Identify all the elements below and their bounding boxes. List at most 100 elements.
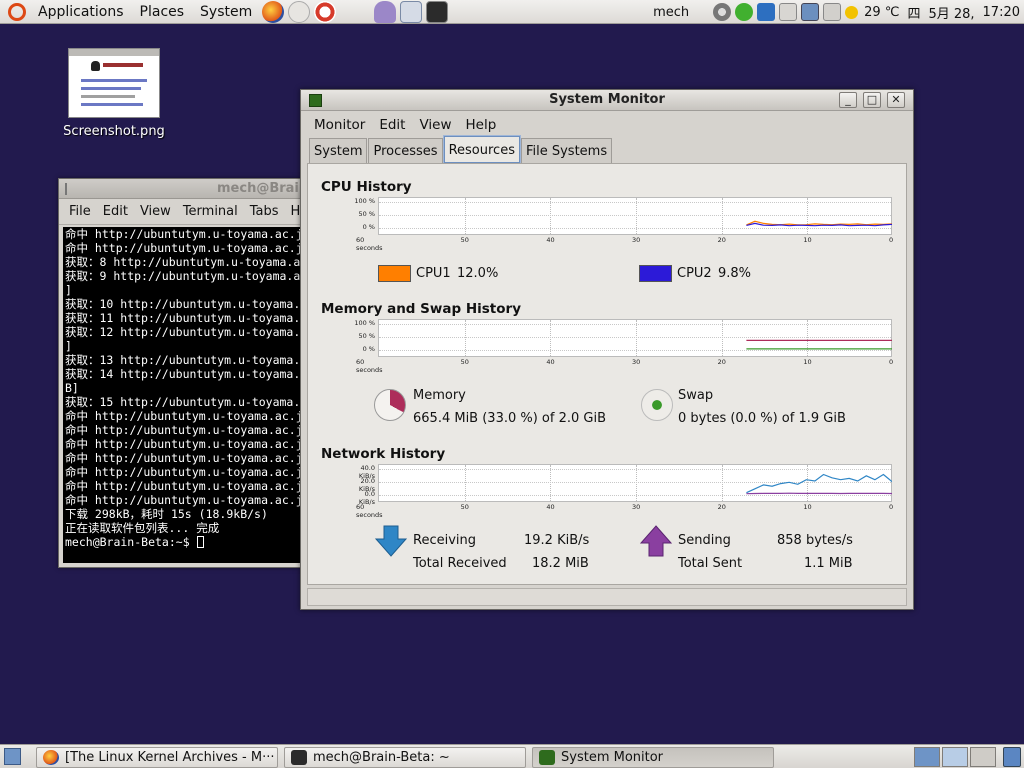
sysmon-menu-help[interactable]: Help — [459, 117, 504, 133]
pidgin-launcher-icon[interactable] — [374, 0, 397, 23]
applications-menu[interactable]: Applications — [30, 0, 132, 24]
cpu-series-svg — [746, 220, 892, 227]
terminal-line: 命中 http://ubuntutym.u-toyama.ac.jp ha — [65, 437, 307, 451]
sysmon-menu-monitor[interactable]: Monitor — [307, 117, 372, 133]
task-system-monitor-label: System Monitor — [561, 750, 664, 765]
cpu2-value: 9.8% — [718, 266, 752, 281]
system-monitor-icon — [539, 750, 555, 765]
sending-label: Sending — [678, 533, 731, 548]
evolution-launcher-icon[interactable] — [288, 0, 311, 23]
date-weekday[interactable]: 四 — [903, 3, 924, 22]
terminal-menu-tabs[interactable]: Tabs — [244, 204, 285, 219]
memory-x-tick-label: 0 — [889, 358, 894, 366]
tab-system[interactable]: System — [309, 138, 368, 163]
memory-y-tick-label: 100 % — [354, 319, 375, 327]
firefox-icon — [43, 750, 59, 765]
memory-history-title: Memory and Swap History — [321, 301, 521, 317]
network-x-tick-label: 10 — [803, 503, 812, 511]
sysmon-titlebar[interactable]: System Monitor _ □ ✕ — [301, 90, 913, 111]
workspace-2[interactable] — [942, 747, 968, 767]
firefox-launcher-icon[interactable] — [262, 0, 285, 23]
weather-sun-icon[interactable] — [845, 5, 859, 19]
tab-file-systems[interactable]: File Systems — [520, 138, 613, 163]
memory-series-svg — [746, 339, 892, 350]
task-firefox[interactable]: [The Linux Kernel Archives - M··· — [36, 747, 278, 768]
network-tool-launcher-icon[interactable] — [400, 0, 423, 23]
terminal-line: 获取：10 http://ubuntutym.u-toyama.ac.j — [65, 297, 307, 311]
sysmon-statusbar — [307, 588, 907, 606]
network-series-receiving-line — [746, 473, 892, 494]
terminal-menu-file[interactable]: File — [63, 204, 97, 219]
help-launcher-icon[interactable] — [314, 0, 337, 23]
terminal-line: 正在读取软件包列表... 完成 — [65, 521, 220, 535]
desktop-icon-label: Screenshot.png — [63, 124, 165, 139]
clock-time[interactable]: 17:20 — [979, 5, 1024, 20]
minimize-icon[interactable]: _ — [839, 92, 857, 108]
sysmon-menu-edit[interactable]: Edit — [372, 117, 412, 133]
trash-icon[interactable] — [1003, 747, 1021, 767]
task-terminal[interactable]: mech@Brain-Beta: ~ — [284, 747, 526, 768]
ubuntu-logo-icon[interactable] — [8, 2, 26, 21]
printer-icon[interactable] — [779, 3, 798, 21]
terminal-line: 获取：14 http://ubuntutym.u-toyama.ac.j — [65, 367, 307, 381]
memory-y-tick-label: 0 % — [362, 345, 375, 353]
terminal-line: 获取：9 http://ubuntutym.u-toyama.ac.jp — [65, 269, 307, 283]
places-menu[interactable]: Places — [132, 0, 193, 24]
total-received-label: Total Received — [413, 556, 507, 571]
display-icon[interactable] — [801, 3, 820, 21]
cpu1-color-swatch[interactable] — [378, 265, 411, 282]
settings-gear-icon[interactable] — [713, 3, 732, 21]
workspace-3[interactable] — [970, 747, 996, 767]
terminal-screen[interactable]: 命中 http://ubuntutym.u-toyama.ac.jp ha 命中 … — [63, 227, 307, 563]
date-day[interactable]: 5月 28, — [924, 3, 978, 22]
network-x-tick-label: 30 — [632, 503, 641, 511]
receiving-label: Receiving — [413, 533, 477, 548]
screenshot-thumbnail-icon — [68, 48, 160, 118]
close-icon[interactable]: ✕ — [887, 92, 905, 108]
terminal-launcher-icon[interactable] — [426, 0, 449, 23]
network-x-tick-label: 60 seconds — [356, 503, 383, 519]
total-sent-label: Total Sent — [678, 556, 743, 571]
cpu2-color-swatch[interactable] — [639, 265, 672, 282]
maximize-icon[interactable]: □ — [863, 92, 881, 108]
cpu-x-tick-label: 60 seconds — [356, 236, 383, 252]
cpu1-value: 12.0% — [457, 266, 499, 281]
terminal-menu-view[interactable]: View — [134, 204, 177, 219]
receiving-value: 19.2 KiB/s — [524, 533, 590, 548]
terminal-window-icon — [65, 182, 67, 195]
tab-processes[interactable]: Processes — [368, 138, 443, 163]
task-system-monitor[interactable]: System Monitor — [532, 747, 774, 768]
swap-pie-icon[interactable] — [641, 389, 673, 421]
weather-temperature[interactable]: 29 ℃ — [860, 5, 903, 20]
terminal-menu-terminal[interactable]: Terminal — [177, 204, 244, 219]
network-series-sending-line — [746, 492, 892, 495]
volume-icon[interactable] — [823, 3, 842, 21]
tab-resources[interactable]: Resources — [442, 135, 521, 164]
workspace-1[interactable] — [914, 747, 940, 767]
terminal-menu-edit[interactable]: Edit — [97, 204, 134, 219]
bluetooth-icon[interactable] — [757, 3, 776, 21]
network-status-icon[interactable] — [735, 3, 754, 21]
cpu-x-tick-label: 20 — [717, 236, 726, 244]
cpu2-label: CPU2 — [677, 266, 712, 281]
user-name[interactable]: mech — [649, 5, 693, 20]
show-desktop-icon[interactable] — [4, 748, 21, 765]
sending-arrow-icon[interactable] — [639, 524, 673, 558]
memory-x-tick-label: 60 seconds — [356, 358, 383, 374]
system-tray: mech 29 ℃ 四 5月 28, 17:20 — [649, 0, 1024, 24]
sysmon-menu-view[interactable]: View — [412, 117, 458, 133]
task-firefox-label: [The Linux Kernel Archives - M··· — [65, 750, 275, 765]
receiving-arrow-icon[interactable] — [374, 524, 408, 558]
memory-x-tick-label: 40 — [546, 358, 555, 366]
terminal-titlebar[interactable]: mech@Brain-Beta: ~ — [59, 179, 368, 199]
bottom-panel: [The Linux Kernel Archives - M··· mech@B… — [0, 744, 1024, 768]
cpu1-label: CPU1 — [416, 266, 451, 281]
network-history-title: Network History — [321, 446, 446, 462]
terminal-window: mech@Brain-Beta: ~ File Edit View Termin… — [58, 178, 368, 568]
terminal-line: ] — [65, 339, 72, 353]
cpu-x-tick-label: 30 — [632, 236, 641, 244]
desktop-screenshot-file[interactable]: Screenshot.png — [60, 48, 168, 139]
memory-pie-icon[interactable] — [374, 389, 406, 421]
terminal-line: 命中 http://ubuntutym.u-toyama.ac.jp ha — [65, 479, 307, 493]
system-menu[interactable]: System — [192, 0, 260, 24]
